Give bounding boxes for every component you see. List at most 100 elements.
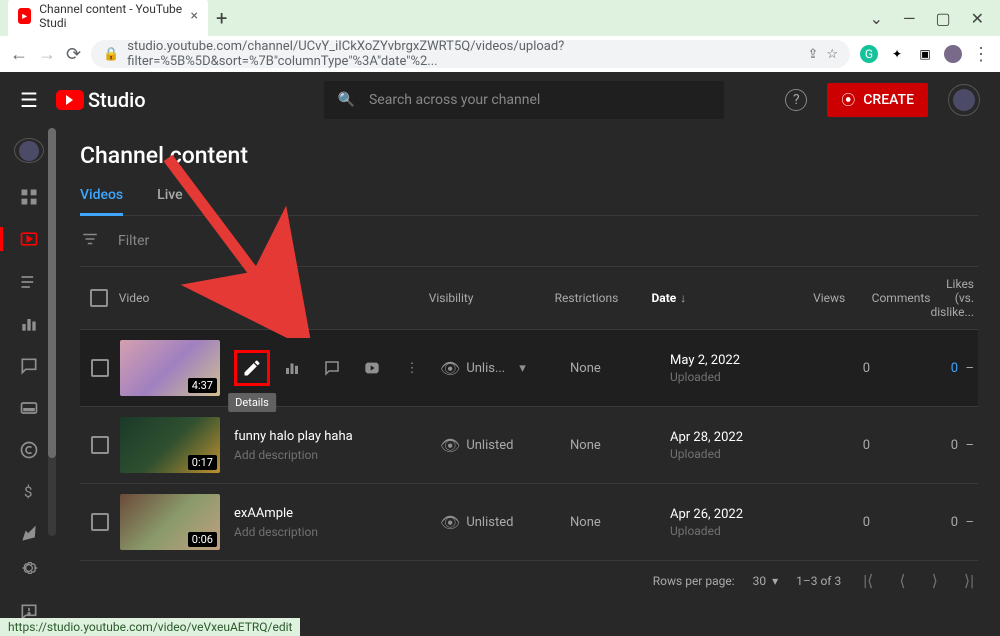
subtitles-icon[interactable] (17, 398, 41, 418)
share-icon[interactable]: ⇪ (807, 47, 818, 62)
reload-icon[interactable]: ⟳ (66, 44, 81, 65)
content-icon[interactable] (17, 229, 41, 249)
comments-button[interactable] (314, 350, 350, 386)
video-thumbnail[interactable]: 0:06 (120, 494, 220, 550)
monetization-icon[interactable]: $ (17, 482, 41, 502)
help-icon[interactable]: ? (785, 89, 807, 111)
watch-on-youtube-button[interactable] (354, 350, 390, 386)
comments-cell[interactable]: 0 (870, 515, 958, 530)
date-cell: May 2, 2022Uploaded (670, 353, 800, 384)
row-checkbox[interactable] (91, 359, 109, 377)
dashboard-icon[interactable] (17, 187, 41, 207)
filter-placeholder: Filter (118, 233, 149, 249)
visibility-cell[interactable]: Unlisted (440, 436, 570, 455)
studio-logo[interactable]: Studio (56, 88, 146, 112)
first-page-icon[interactable]: |⟨ (859, 571, 877, 590)
maximize-icon[interactable]: ▢ (935, 9, 950, 28)
url-text: studio.youtube.com/channel/UCvY_iICkXoZY… (127, 39, 799, 69)
video-row[interactable]: 4:37 Details ⋮ Unlis... None May 2, 2022… (80, 330, 978, 407)
select-all-checkbox[interactable] (90, 289, 108, 307)
restrictions-cell: None (570, 515, 670, 530)
edit-details-button[interactable]: Details (234, 350, 270, 386)
new-tab-button[interactable]: + (216, 6, 227, 36)
browser-toolbar: ← → ⟳ 🔒 studio.youtube.com/channel/UCvY_… (0, 36, 1000, 72)
profile-avatar-icon[interactable] (944, 45, 962, 63)
analytics-icon[interactable] (17, 314, 41, 334)
video-row[interactable]: 0:06 exAAmple Add description Unlisted N… (80, 484, 978, 561)
comments-cell[interactable]: 0 (870, 361, 958, 376)
column-date[interactable]: Date↓ (652, 291, 778, 305)
row-checkbox[interactable] (91, 436, 109, 454)
filter-bar[interactable]: Filter (80, 216, 978, 267)
chrome-menu-icon[interactable]: ⋮ (972, 44, 990, 65)
playlists-icon[interactable] (17, 272, 41, 292)
search-placeholder: Search across your channel (369, 92, 540, 108)
tab-close-icon[interactable]: × (191, 8, 198, 24)
video-thumbnail[interactable]: 4:37 (120, 340, 220, 396)
status-bar-url: https://studio.youtube.com/video/veVxeuA… (0, 618, 300, 636)
column-views[interactable]: Views (777, 291, 845, 305)
logo-text: Studio (88, 88, 146, 112)
browser-tabbar: ▸ Channel content - YouTube Studi × + ⌄ … (0, 0, 1000, 36)
extensions-icon[interactable]: ✦ (888, 45, 906, 63)
comments-icon[interactable] (17, 356, 41, 376)
sort-descending-icon: ↓ (680, 291, 686, 305)
tab-videos[interactable]: Videos (80, 187, 123, 216)
next-page-icon[interactable]: ⟩ (928, 571, 942, 590)
video-description[interactable]: Add description (234, 525, 318, 539)
column-restrictions[interactable]: Restrictions (555, 291, 652, 305)
search-input[interactable]: 🔍 Search across your channel (324, 81, 724, 119)
rows-per-page-select[interactable]: 30 ▾ (753, 574, 778, 588)
account-avatar[interactable] (948, 84, 980, 116)
views-cell: 0 (800, 361, 870, 376)
close-window-icon[interactable]: ✕ (971, 9, 984, 28)
video-description[interactable]: Add description (234, 448, 353, 462)
last-page-icon[interactable]: ⟩| (960, 571, 978, 590)
column-video[interactable]: Video (119, 291, 429, 305)
browser-chrome: ▸ Channel content - YouTube Studi × + ⌄ … (0, 0, 1000, 72)
video-thumbnail[interactable]: 0:17 (120, 417, 220, 473)
menu-icon[interactable]: ☰ (20, 88, 38, 112)
app-header: ☰ Studio 🔍 Search across your channel ? … (0, 72, 1000, 128)
column-visibility[interactable]: Visibility (429, 291, 555, 305)
channel-avatar[interactable] (14, 138, 44, 163)
comments-cell[interactable]: 0 (870, 438, 958, 453)
create-button[interactable]: ⦿ CREATE (827, 83, 928, 117)
likes-cell: – (958, 515, 978, 530)
visibility-cell[interactable]: Unlisted (440, 513, 570, 532)
more-options-button[interactable]: ⋮ (394, 350, 430, 386)
chevron-down-icon[interactable]: ⌄ (870, 9, 883, 28)
extension-icon[interactable]: ▣ (916, 45, 934, 63)
window-controls: ⌄ — ▢ ✕ (854, 1, 1000, 36)
minimize-icon[interactable]: — (903, 9, 916, 28)
row-checkbox[interactable] (91, 513, 109, 531)
customization-icon[interactable] (17, 524, 41, 544)
page-title: Channel content (80, 142, 978, 169)
analytics-button[interactable] (274, 350, 310, 386)
bookmark-icon[interactable]: ☆ (826, 47, 838, 62)
main-content: Channel content Videos Live Filter Video… (58, 128, 1000, 636)
address-bar[interactable]: 🔒 studio.youtube.com/channel/UCvY_iICkXo… (91, 40, 850, 68)
extension-grammarly-icon[interactable]: G (860, 45, 878, 63)
video-duration: 4:37 (188, 378, 217, 393)
visibility-icon (440, 436, 460, 455)
video-title[interactable]: funny halo play haha (234, 429, 353, 444)
visibility-cell[interactable]: Unlis... (440, 359, 570, 378)
back-icon[interactable]: ← (10, 44, 28, 65)
filter-icon (80, 230, 100, 252)
video-row[interactable]: 0:17 funny halo play haha Add descriptio… (80, 407, 978, 484)
forward-icon[interactable]: → (38, 44, 56, 65)
prev-page-icon[interactable]: ⟨ (895, 571, 909, 590)
column-likes[interactable]: Likes (vs. dislike... (930, 277, 978, 319)
pagination: Rows per page: 30 ▾ 1–3 of 3 |⟨ ⟨ ⟩ ⟩| (80, 561, 978, 600)
tab-live[interactable]: Live (157, 187, 182, 215)
copyright-icon[interactable] (17, 440, 41, 460)
column-comments[interactable]: Comments (845, 291, 930, 305)
details-tooltip: Details (228, 393, 276, 412)
video-title[interactable]: exAAmple (234, 506, 318, 521)
sidebar-scrollbar[interactable] (48, 128, 56, 536)
browser-tab[interactable]: ▸ Channel content - YouTube Studi × (8, 0, 208, 36)
pagination-range: 1–3 of 3 (796, 574, 841, 588)
likes-cell: – (958, 438, 978, 453)
settings-icon[interactable] (17, 558, 41, 578)
